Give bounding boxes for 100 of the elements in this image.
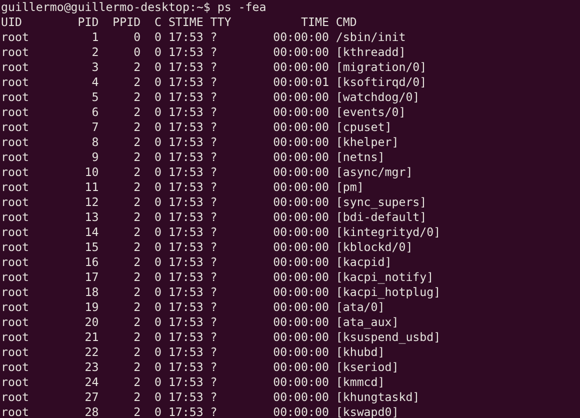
table-cell-text: root [1, 240, 30, 255]
table-cell-text: root [1, 30, 30, 45]
table-cell-text: 5 [90, 90, 99, 105]
table-cell-text: 0 [153, 240, 162, 255]
table-cell-text: 4 [90, 75, 99, 90]
table-cell: [kseriod] [336, 360, 399, 375]
table-cell: 17:53 [168, 345, 204, 360]
table-cell-text: ? [210, 105, 218, 120]
table-cell: 00:00:00 [273, 270, 329, 285]
table-cell-text: 0 [153, 300, 162, 315]
table-cell-text: 0 [153, 255, 162, 270]
table-cell: 17:53 [168, 150, 204, 165]
table-cell-text: root [1, 405, 30, 418]
table-cell: [kacpi_notify] [336, 270, 434, 285]
table-cell: 17:53 [168, 375, 204, 390]
table-cell-text: 23 [84, 360, 99, 375]
table-cell-text: 8 [90, 135, 99, 150]
table-cell-text: 19 [84, 300, 99, 315]
table-cell-text: 2 [132, 105, 141, 120]
table-cell-text: 2 [132, 285, 141, 300]
table-cell-text: 12 [84, 195, 99, 210]
table-cell: 00:00:01 [273, 75, 329, 90]
table-cell: [ata_aux] [336, 315, 399, 330]
table-cell-text: 2 [132, 135, 141, 150]
table-cell: 00:00:00 [273, 60, 329, 75]
table-cell-text: 2 [132, 165, 141, 180]
table-cell: 00:00:00 [273, 405, 329, 418]
table-cell: 17:53 [168, 255, 204, 270]
table-cell: 17:53 [168, 210, 204, 225]
table-cell-text: ? [210, 240, 218, 255]
table-cell: 17:53 [168, 75, 204, 90]
table-cell-text: ? [210, 375, 218, 390]
table-cell: [netns] [336, 150, 385, 165]
table-cell-text: root [1, 180, 30, 195]
table-cell: 00:00:00 [273, 150, 329, 165]
table-cell-text: 0 [153, 105, 162, 120]
table-cell-text: 2 [132, 300, 141, 315]
table-cell-text: ? [210, 360, 218, 375]
table-cell-text: 2 [132, 375, 141, 390]
table-cell: [kintegrityd/0] [336, 225, 441, 240]
table-cell-text: ? [210, 225, 218, 240]
table-cell: 00:00:00 [273, 165, 329, 180]
table-cell: 17:53 [168, 165, 204, 180]
table-cell: 00:00:00 [273, 45, 329, 60]
table-cell-text: 2 [132, 150, 141, 165]
table-cell-text: root [1, 225, 30, 240]
table-cell: [bdi-default] [336, 210, 427, 225]
table-cell: 00:00:00 [273, 255, 329, 270]
table-cell-text: root [1, 150, 30, 165]
table-cell-text: root [1, 120, 30, 135]
table-cell-text: 9 [90, 150, 99, 165]
table-cell: [kblockd/0] [336, 240, 413, 255]
table-cell: 17:53 [168, 390, 204, 405]
table-cell-text: root [1, 45, 30, 60]
table-cell-text: ? [210, 405, 218, 418]
table-cell-text: 0 [153, 180, 162, 195]
table-cell: [khelper] [336, 135, 399, 150]
table-cell-text: 2 [132, 345, 141, 360]
table-cell-text: 2 [132, 255, 141, 270]
table-cell-text: root [1, 330, 30, 345]
table-cell-text: 28 [84, 405, 99, 418]
table-cell-text: 0 [132, 30, 141, 45]
table-cell: 17:53 [168, 330, 204, 345]
table-cell-text: ? [210, 60, 218, 75]
table-cell: 00:00:00 [273, 360, 329, 375]
table-cell-text: ? [210, 150, 218, 165]
table-cell-text: root [1, 255, 30, 270]
table-cell: [ata/0] [336, 300, 385, 315]
column-header: TTY [210, 15, 232, 30]
table-cell: 17:53 [168, 30, 204, 45]
table-cell-text: 17 [84, 270, 99, 285]
table-cell-text: root [1, 90, 30, 105]
table-cell: 00:00:00 [273, 90, 329, 105]
table-cell: 17:53 [168, 180, 204, 195]
table-cell: [sync_supers] [336, 195, 427, 210]
table-cell: [cpuset] [336, 120, 392, 135]
table-cell-text: ? [210, 120, 218, 135]
table-cell: 00:00:00 [273, 300, 329, 315]
table-cell: [async/mgr] [336, 165, 413, 180]
table-cell-text: 20 [84, 315, 99, 330]
table-cell-text: 0 [153, 45, 162, 60]
table-cell-text: root [1, 60, 30, 75]
table-cell: [khubd] [336, 345, 385, 360]
table-cell-text: 18 [84, 285, 99, 300]
table-cell-text: 11 [84, 180, 99, 195]
table-cell-text: 0 [153, 60, 162, 75]
table-cell: [khungtaskd] [336, 390, 420, 405]
column-header: CMD [336, 15, 357, 30]
table-cell-text: root [1, 390, 30, 405]
table-cell-text: 14 [84, 225, 99, 240]
table-cell-text: 2 [132, 180, 141, 195]
table-cell-text: root [1, 285, 30, 300]
table-cell-text: ? [210, 90, 218, 105]
table-cell-text: root [1, 315, 30, 330]
table-cell: 00:00:00 [273, 345, 329, 360]
table-cell-text: ? [210, 45, 218, 60]
table-cell-text: 0 [153, 225, 162, 240]
table-cell: /sbin/init [336, 30, 406, 45]
table-cell-text: 22 [84, 345, 99, 360]
table-cell-text: ? [210, 195, 218, 210]
